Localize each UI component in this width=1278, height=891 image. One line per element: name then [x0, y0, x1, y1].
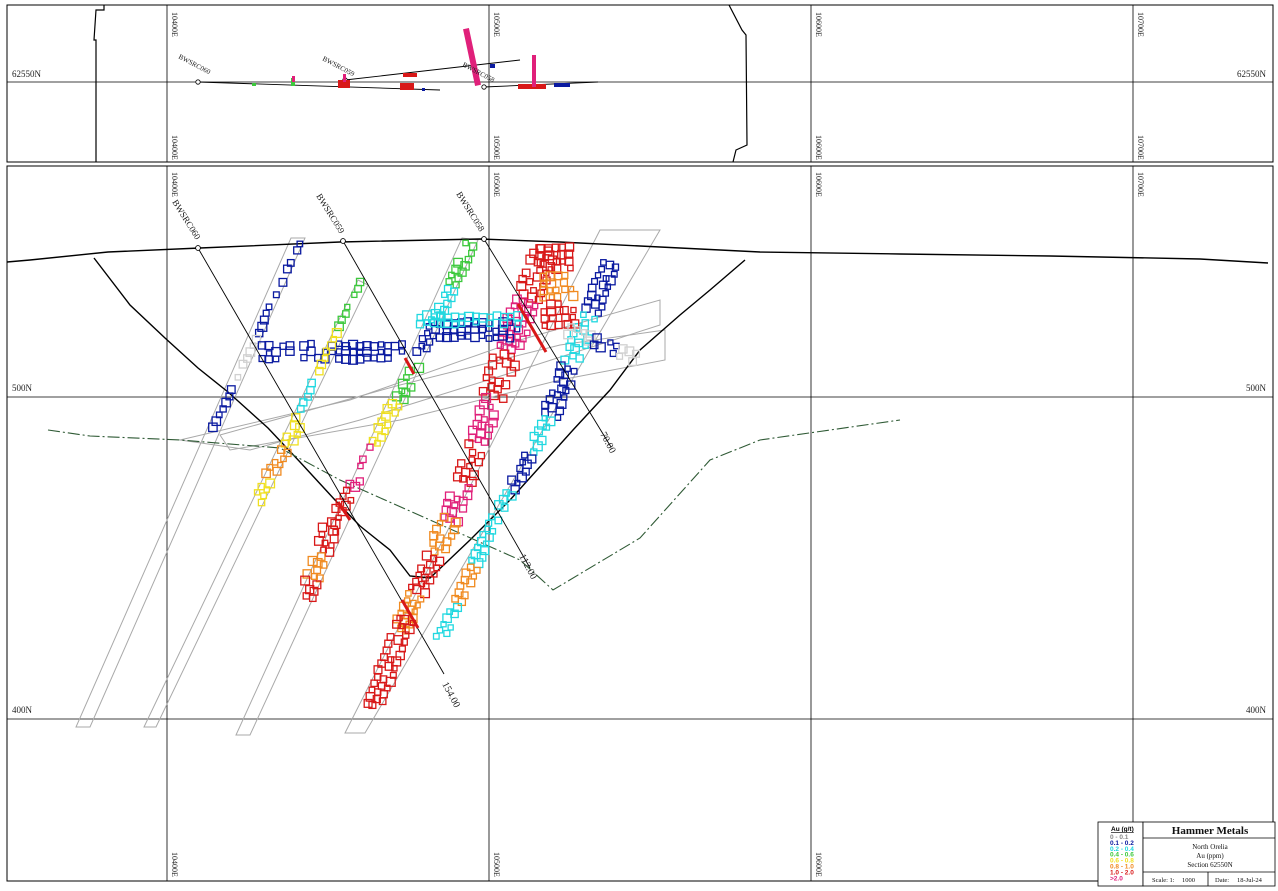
section-easting-10600-bottom: 10600E	[814, 852, 823, 877]
plan-easting-10600-bottom: 10600E	[814, 135, 823, 160]
company-name: Hammer Metals	[1172, 825, 1249, 837]
section-label: Section 62550N	[1187, 861, 1232, 869]
section-easting-10700-top: 10700E	[1136, 172, 1145, 197]
plan-easting-10600-top: 10600E	[814, 12, 823, 37]
plan-northing-right: 62550N	[1237, 69, 1267, 79]
section-easting-10400-bottom: 10400E	[170, 852, 179, 877]
plan-northing-left: 62550N	[12, 69, 42, 79]
section-drawing: 62550N 62550N 10400E 10500E 10600E 10700…	[6, 4, 1276, 887]
section-easting-10600-top: 10600E	[814, 172, 823, 197]
legend-title: Au (g/t)	[1111, 826, 1134, 833]
plan-easting-10700-top: 10700E	[1136, 12, 1145, 37]
element-label: Au (ppm)	[1196, 852, 1224, 860]
scale-label: Scale: 1:	[1152, 877, 1175, 884]
section-easting-10500-top: 10500E	[492, 172, 501, 197]
title-block: Hammer Metals North Orelia Au (ppm) Sect…	[1142, 821, 1276, 887]
project-name: North Orelia	[1192, 843, 1228, 851]
plan-easting-10400-top: 10400E	[170, 12, 179, 37]
date-label: Date:	[1215, 877, 1229, 884]
section-easting-10500-bottom: 10500E	[492, 852, 501, 877]
cross-section-panel: 10400E 10500E 10600E 10700E 10400E 10500…	[6, 165, 1274, 882]
plan-easting-10700-bottom: 10700E	[1136, 135, 1145, 160]
plan-easting-10500-top: 10500E	[492, 12, 501, 37]
section-northing-400-right: 400N	[1246, 705, 1267, 715]
section-northing-500-right: 500N	[1246, 383, 1267, 393]
plan-easting-10500-bottom: 10500E	[492, 135, 501, 160]
au-legend: Au (g/t) 0 - 0.10.1 - 0.20.2 - 0.40.4 - …	[1097, 821, 1144, 887]
section-northing-400-left: 400N	[12, 705, 33, 715]
scale-value: 1000	[1182, 877, 1195, 884]
section-northing-500-left: 500N	[12, 383, 33, 393]
date-value: 18-Jul-24	[1237, 877, 1263, 884]
section-easting-10400-top: 10400E	[170, 172, 179, 197]
legend-item: >2.0	[1110, 875, 1123, 882]
plan-easting-10400-bottom: 10400E	[170, 135, 179, 160]
plan-view-panel: 62550N 62550N 10400E 10500E 10600E 10700…	[6, 4, 1274, 163]
